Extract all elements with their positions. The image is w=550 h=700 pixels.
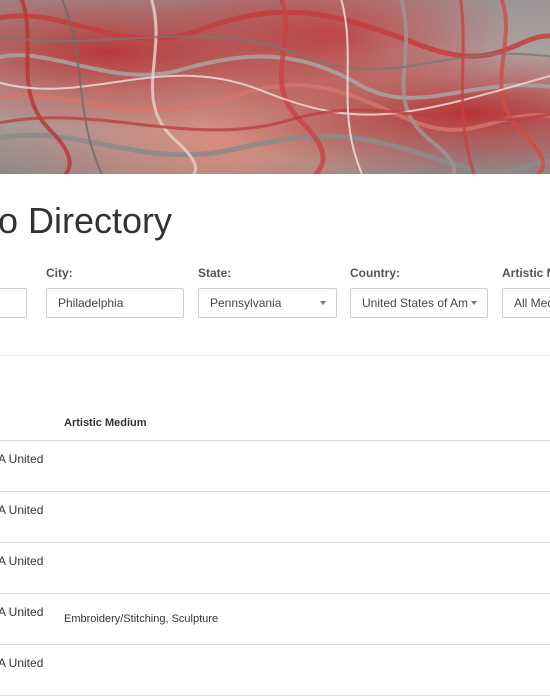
row-medium: Embroidery/Stitching, Sculpture <box>64 613 219 625</box>
row-location: A United <box>0 605 44 619</box>
row-location: A United <box>0 554 44 568</box>
name-input[interactable] <box>0 288 27 318</box>
directory-page: o Directory City: Philadelphia State: Pe… <box>0 0 550 700</box>
table-row[interactable]: A United <box>0 492 550 543</box>
filters-divider <box>0 355 550 356</box>
country-value: United States of Am <box>362 296 469 310</box>
country-select[interactable]: United States of Am <box>350 288 488 318</box>
table-row[interactable]: A United <box>0 645 550 696</box>
row-location: A United <box>0 452 44 466</box>
state-select[interactable]: Pennsylvania <box>198 288 337 318</box>
chevron-down-icon <box>320 301 326 305</box>
country-label: Country: <box>350 266 400 280</box>
row-location: A United <box>0 656 44 670</box>
artistic-medium-label: Artistic M <box>502 266 550 280</box>
artistic-medium-select[interactable]: All Med <box>502 288 550 318</box>
table-row[interactable]: A United <box>0 543 550 594</box>
row-divider <box>0 695 550 696</box>
city-value: Philadelphia <box>58 296 124 310</box>
table-row[interactable]: A United <box>0 441 550 492</box>
thread-texture-image <box>0 0 550 174</box>
state-value: Pennsylvania <box>210 296 282 310</box>
column-header-artistic-medium[interactable]: Artistic Medium <box>64 417 147 429</box>
city-input[interactable]: Philadelphia <box>46 288 184 318</box>
row-location: A United <box>0 503 44 517</box>
artistic-medium-value: All Med <box>514 296 550 310</box>
chevron-down-icon <box>471 301 477 305</box>
city-label: City: <box>46 266 73 280</box>
hero-image <box>0 0 550 174</box>
table-row[interactable]: A United Embroidery/Stitching, Sculpture <box>0 594 550 645</box>
page-title: o Directory <box>0 200 173 241</box>
state-label: State: <box>198 266 232 280</box>
